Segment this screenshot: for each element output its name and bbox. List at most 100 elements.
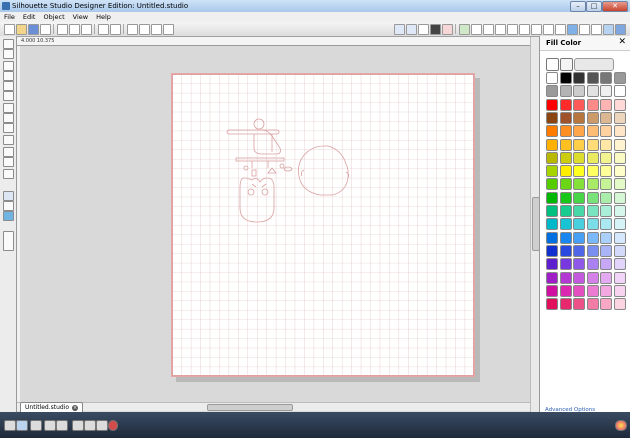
line-color-icon[interactable] xyxy=(579,24,590,35)
color-swatch[interactable] xyxy=(586,125,599,138)
minimize-button[interactable]: – xyxy=(570,1,586,12)
color-swatch[interactable] xyxy=(586,72,599,84)
color-swatch[interactable] xyxy=(600,271,612,284)
color-swatch[interactable] xyxy=(586,231,599,244)
color-swatch[interactable] xyxy=(613,72,626,84)
color-swatch[interactable] xyxy=(600,258,612,271)
color-swatch[interactable] xyxy=(573,244,585,257)
design-view-icon[interactable] xyxy=(442,24,453,35)
cut-settings-icon[interactable] xyxy=(603,24,614,35)
color-swatch[interactable] xyxy=(546,271,558,284)
cut-view-icon[interactable] xyxy=(418,24,429,35)
vertical-scrollbar[interactable] xyxy=(530,37,540,412)
color-swatch[interactable] xyxy=(559,165,572,178)
color-swatch[interactable] xyxy=(573,298,585,311)
color-swatch[interactable] xyxy=(613,138,626,151)
color-swatch[interactable] xyxy=(613,298,626,311)
zoom-fit-icon[interactable] xyxy=(151,24,162,35)
eyedropper-icon[interactable] xyxy=(560,58,573,71)
color-swatch[interactable] xyxy=(559,138,572,151)
color-swatch[interactable] xyxy=(600,165,612,178)
color-swatch[interactable] xyxy=(559,284,572,297)
color-swatch[interactable] xyxy=(586,98,599,111)
zoom-mode-icon[interactable] xyxy=(4,420,16,431)
color-swatch[interactable] xyxy=(586,178,599,191)
color-swatch[interactable] xyxy=(546,284,558,297)
color-swatch[interactable] xyxy=(573,138,585,151)
text-tool-icon[interactable] xyxy=(3,135,14,145)
color-swatch[interactable] xyxy=(546,231,558,244)
color-swatch[interactable] xyxy=(559,125,572,138)
color-swatch[interactable] xyxy=(613,98,626,111)
color-swatch[interactable] xyxy=(573,258,585,271)
color-swatch[interactable] xyxy=(613,284,626,297)
knife-tool-icon[interactable] xyxy=(3,157,14,167)
color-swatch[interactable] xyxy=(573,165,585,178)
text-style-icon[interactable] xyxy=(483,24,494,35)
rectangle-tool-icon[interactable] xyxy=(3,81,14,91)
line-tool-icon[interactable] xyxy=(3,61,14,71)
close-tab-icon[interactable]: × xyxy=(72,404,79,411)
trace-icon[interactable] xyxy=(531,24,542,35)
color-swatch[interactable] xyxy=(613,178,626,191)
color-swatch[interactable] xyxy=(573,178,585,191)
color-swatch[interactable] xyxy=(546,205,558,217)
modify-icon[interactable] xyxy=(543,24,554,35)
color-swatch[interactable] xyxy=(546,178,558,191)
stop-icon[interactable] xyxy=(108,420,118,431)
color-swatch[interactable] xyxy=(613,205,626,217)
color-swatch[interactable] xyxy=(546,151,558,164)
curve-tool-icon[interactable] xyxy=(3,103,14,113)
color-swatch[interactable] xyxy=(600,205,612,217)
replicate-icon[interactable] xyxy=(507,24,518,35)
menu-object[interactable]: Object xyxy=(39,12,68,22)
color-swatch[interactable] xyxy=(600,111,612,124)
fill-view-icon[interactable] xyxy=(430,24,441,35)
color-swatch[interactable] xyxy=(586,85,599,98)
color-swatch[interactable] xyxy=(559,298,572,311)
panel-close-icon[interactable]: ✕ xyxy=(618,37,626,48)
color-swatch[interactable] xyxy=(573,218,585,231)
redo-icon[interactable] xyxy=(110,24,121,35)
page-setup-icon[interactable] xyxy=(555,24,566,35)
ellipse-tool-icon[interactable] xyxy=(3,91,14,101)
send-to-silhouette-icon[interactable] xyxy=(615,24,626,35)
save-icon[interactable] xyxy=(28,24,39,35)
tools-icon[interactable] xyxy=(84,420,96,431)
fit-page-icon[interactable] xyxy=(44,420,56,431)
color-swatch[interactable] xyxy=(586,258,599,271)
pan-icon[interactable] xyxy=(163,24,174,35)
color-swatch[interactable] xyxy=(600,151,612,164)
color-swatch[interactable] xyxy=(613,151,626,164)
color-swatch[interactable] xyxy=(559,178,572,191)
fill-tool-icon[interactable] xyxy=(3,169,14,179)
color-swatch[interactable] xyxy=(573,85,585,98)
zoom-out-icon[interactable] xyxy=(139,24,150,35)
color-swatch[interactable] xyxy=(559,72,572,84)
color-swatch[interactable] xyxy=(559,244,572,257)
color-swatch[interactable] xyxy=(559,205,572,217)
edit-points-tool-icon[interactable] xyxy=(3,49,14,59)
color-swatch[interactable] xyxy=(600,98,612,111)
media-icon[interactable] xyxy=(72,420,84,431)
color-swatch[interactable] xyxy=(546,85,558,98)
color-swatch[interactable] xyxy=(600,298,612,311)
grid-snap-icon[interactable] xyxy=(16,420,28,431)
horizontal-scrollbar[interactable] xyxy=(17,402,530,411)
custom-color-bar[interactable] xyxy=(574,58,614,71)
cutter-icon[interactable] xyxy=(96,420,108,431)
color-swatch[interactable] xyxy=(600,218,612,231)
polygon-tool-icon[interactable] xyxy=(3,71,14,81)
sketch-tool-icon[interactable] xyxy=(3,231,14,251)
color-swatch[interactable] xyxy=(586,218,599,231)
no-fill-swatch[interactable] xyxy=(546,58,559,71)
new-document-icon[interactable] xyxy=(4,24,15,35)
color-swatch[interactable] xyxy=(559,111,572,124)
color-swatch[interactable] xyxy=(559,258,572,271)
horizontal-scroll-thumb[interactable] xyxy=(207,404,293,411)
library-icon[interactable] xyxy=(3,191,14,201)
color-swatch[interactable] xyxy=(546,298,558,311)
color-swatch[interactable] xyxy=(613,218,626,231)
color-swatch[interactable] xyxy=(600,284,612,297)
color-swatch[interactable] xyxy=(586,244,599,257)
